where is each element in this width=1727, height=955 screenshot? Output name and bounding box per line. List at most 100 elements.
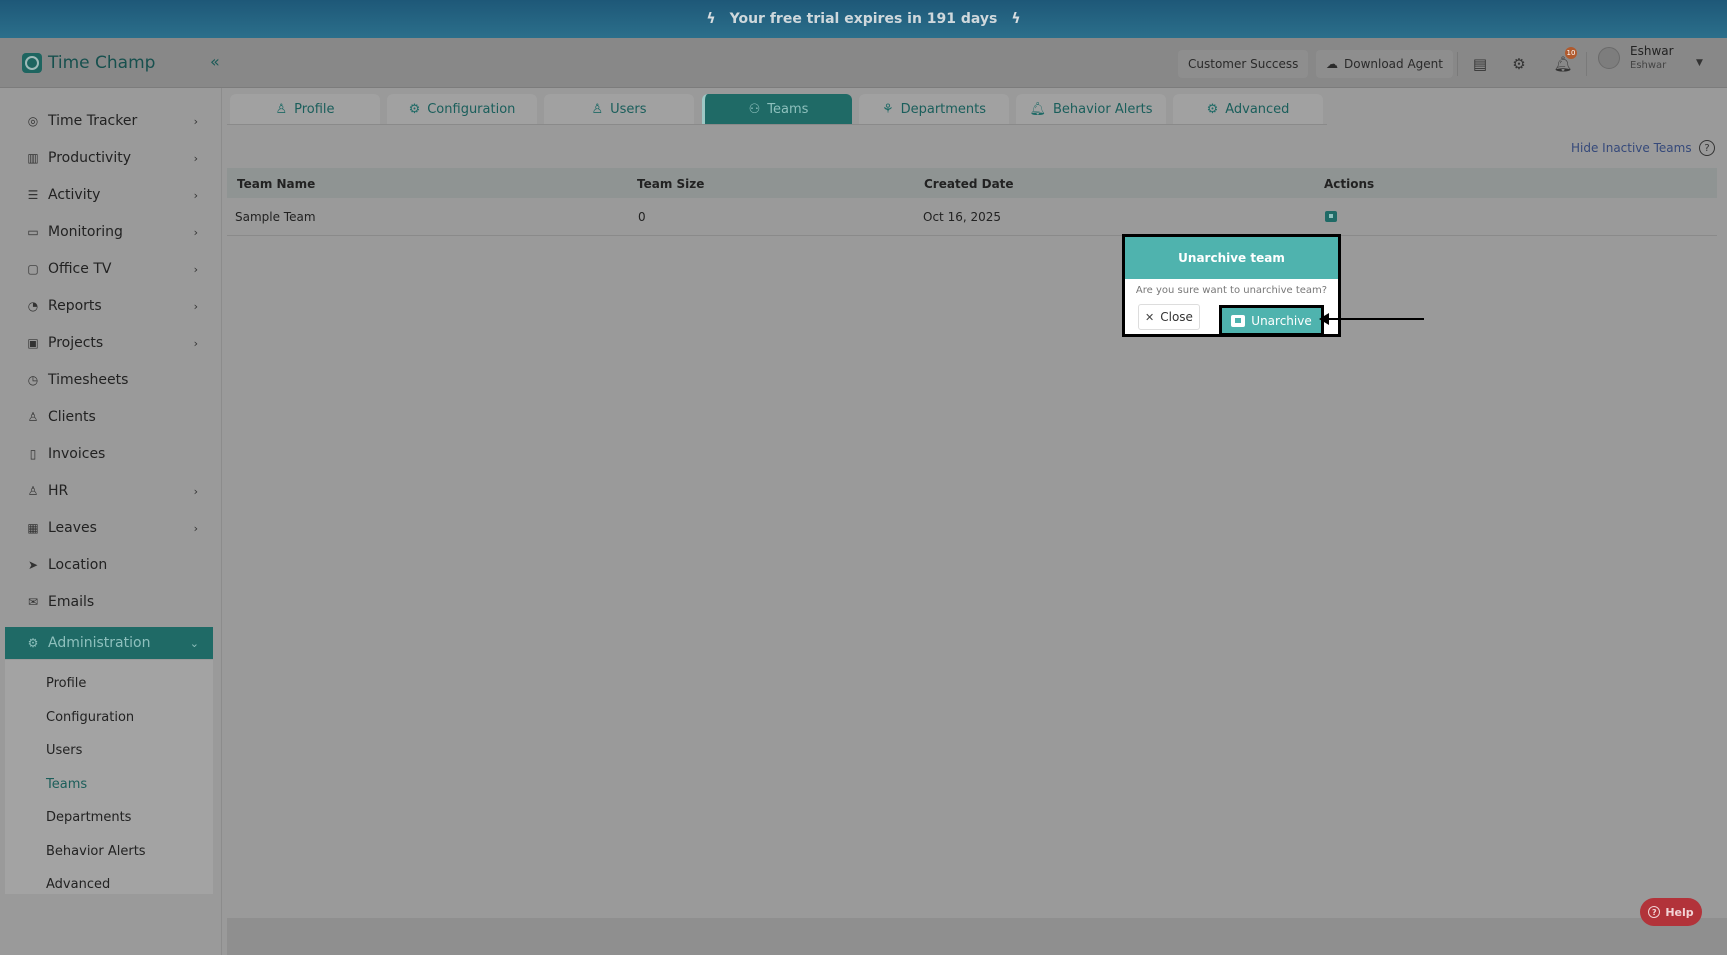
sidebar-item-hr[interactable]: ♙ HR › xyxy=(0,476,212,506)
avatar xyxy=(1598,46,1620,69)
question-icon: ? xyxy=(1648,906,1661,918)
chevron-right-icon: › xyxy=(193,114,198,128)
sidebar-item-reports[interactable]: ◔ Reports › xyxy=(0,291,212,321)
subnav-profile[interactable]: Profile xyxy=(46,676,86,691)
settings-icon[interactable]: ⚙ xyxy=(1505,50,1533,78)
sidebar-item-time-tracker[interactable]: ◎ Time Tracker › xyxy=(0,106,212,136)
collapse-sidebar-icon[interactable]: « xyxy=(210,52,220,71)
tab-label: Departments xyxy=(900,102,987,117)
sidebar-item-office-tv[interactable]: ▢ Office TV › xyxy=(0,254,212,284)
user-menu[interactable]: Eshwar Eshwar xyxy=(1598,44,1674,71)
tab-advanced[interactable]: ⚙ Advanced xyxy=(1173,94,1323,125)
chart-icon: ▥ xyxy=(27,151,39,165)
close-button[interactable]: ✕ Close xyxy=(1138,304,1200,330)
tab-label: Behavior Alerts xyxy=(1052,102,1153,117)
download-agent-button[interactable]: ☁ Download Agent xyxy=(1316,50,1453,78)
sidebar-item-productivity[interactable]: ▥ Productivity › xyxy=(0,143,212,173)
sidebar-item-label: Monitoring xyxy=(48,224,123,240)
sidebar-item-label: HR xyxy=(48,483,69,499)
app-logo[interactable]: Time Champ xyxy=(22,53,155,73)
team-icon: ⚇ xyxy=(748,102,761,117)
chevron-right-icon: › xyxy=(193,299,198,313)
subnav-users[interactable]: Users xyxy=(46,743,82,758)
navigation-icon: ➤ xyxy=(27,558,39,572)
chevron-down-icon[interactable]: ▼ xyxy=(1696,58,1703,68)
subnav-advanced[interactable]: Advanced xyxy=(46,877,110,892)
chevron-right-icon: › xyxy=(193,262,198,276)
tab-label: Configuration xyxy=(427,102,516,117)
alarm-icon: ◷ xyxy=(27,373,39,387)
sidebar-item-location[interactable]: ➤ Location xyxy=(0,550,212,580)
header-divider xyxy=(1457,52,1458,76)
gears-icon: ⚙ xyxy=(408,102,421,117)
close-icon: ✕ xyxy=(1145,310,1155,324)
sidebar-item-administration[interactable]: ⚙ Administration ⌄ xyxy=(5,627,213,659)
document-icon[interactable]: ▤ xyxy=(1466,50,1494,78)
sidebar-item-activity[interactable]: ☰ Activity › xyxy=(0,180,212,210)
tab-users[interactable]: ♙ Users xyxy=(544,94,694,125)
tab-label: Teams xyxy=(767,102,809,117)
question-icon[interactable]: ? xyxy=(1699,140,1715,156)
unarchive-button[interactable]: Unarchive xyxy=(1219,305,1324,336)
subnav-configuration[interactable]: Configuration xyxy=(46,710,134,725)
bell-icon: 🔔︎ xyxy=(1029,102,1046,117)
tab-departments[interactable]: ⚘ Departments xyxy=(859,94,1009,125)
sidebar-item-leaves[interactable]: ▦ Leaves › xyxy=(0,513,212,543)
footer-strip xyxy=(227,918,1727,955)
monitor-icon: ▭ xyxy=(27,225,39,239)
user-icon: ♙ xyxy=(27,484,39,498)
subnav-departments[interactable]: Departments xyxy=(46,810,131,825)
sidebar-item-clients[interactable]: ♙ Clients xyxy=(0,402,212,432)
column-header-team-size[interactable]: Team Size xyxy=(637,177,704,191)
tab-teams[interactable]: ⚇ Teams xyxy=(702,94,852,125)
lightning-icon: ϟ xyxy=(1011,11,1021,27)
tab-label: Advanced xyxy=(1225,102,1290,117)
sidebar-item-label: Invoices xyxy=(48,446,106,462)
user-subname: Eshwar xyxy=(1630,60,1667,71)
person-icon: ♙ xyxy=(27,410,39,424)
notification-count-badge: 10 xyxy=(1565,47,1577,59)
cloud-download-icon: ☁ xyxy=(1326,57,1338,71)
subnav-behavior-alerts[interactable]: Behavior Alerts xyxy=(46,844,146,859)
unarchive-button-label: Unarchive xyxy=(1251,313,1312,328)
sidebar-item-invoices[interactable]: ▯ Invoices xyxy=(0,439,212,469)
pie-chart-icon: ◔ xyxy=(27,299,39,313)
sidebar-item-timesheets[interactable]: ◷ Timesheets xyxy=(0,365,212,395)
unarchive-icon[interactable] xyxy=(1325,211,1337,222)
subnav-teams[interactable]: Teams xyxy=(46,777,87,792)
mail-icon: ✉ xyxy=(27,595,39,609)
sidebar-item-label: Clients xyxy=(48,409,96,425)
chevron-right-icon: › xyxy=(193,225,198,239)
sidebar: ◎ Time Tracker › ▥ Productivity › ☰ Acti… xyxy=(0,88,222,955)
tab-configuration[interactable]: ⚙ Configuration xyxy=(387,94,537,125)
trial-banner: ϟ Your free trial expires in 191 days ϟ xyxy=(0,0,1727,38)
hide-inactive-teams-link[interactable]: Hide Inactive Teams xyxy=(1571,141,1692,155)
tab-behavior-alerts[interactable]: 🔔︎ Behavior Alerts xyxy=(1016,94,1166,125)
notification-bell-icon[interactable]: 🔔︎ 10 xyxy=(1549,47,1577,78)
customer-success-button[interactable]: Customer Success xyxy=(1178,50,1309,78)
activity-icon: ☰ xyxy=(27,188,39,202)
help-button[interactable]: ? Help xyxy=(1640,898,1702,926)
gear-icon: ⚙ xyxy=(27,636,39,650)
trial-banner-text: Your free trial expires in 191 days xyxy=(729,11,998,27)
close-button-label: Close xyxy=(1160,310,1193,324)
tv-icon: ▢ xyxy=(27,262,39,276)
help-button-label: Help xyxy=(1665,905,1694,919)
customer-success-label: Customer Success xyxy=(1188,57,1299,71)
document-icon: ▯ xyxy=(29,447,37,461)
sidebar-item-emails[interactable]: ✉ Emails xyxy=(0,587,212,617)
annotation-arrow-line xyxy=(1326,318,1424,320)
created-date-cell: Oct 16, 2025 xyxy=(923,210,1001,224)
column-header-team-name[interactable]: Team Name xyxy=(237,177,315,191)
chevron-down-icon: ⌄ xyxy=(189,636,199,650)
sidebar-item-monitoring[interactable]: ▭ Monitoring › xyxy=(0,217,212,247)
column-header-created-date[interactable]: Created Date xyxy=(924,177,1014,191)
tabs-divider xyxy=(227,124,1327,125)
sidebar-item-label: Emails xyxy=(48,594,95,610)
sidebar-item-label: Projects xyxy=(48,335,104,351)
chevron-right-icon: › xyxy=(193,521,198,535)
tab-profile[interactable]: ♙ Profile xyxy=(230,94,380,125)
chevron-right-icon: › xyxy=(193,151,198,165)
sidebar-item-projects[interactable]: ▣ Projects › xyxy=(0,328,212,358)
archive-box-icon xyxy=(1231,314,1246,327)
